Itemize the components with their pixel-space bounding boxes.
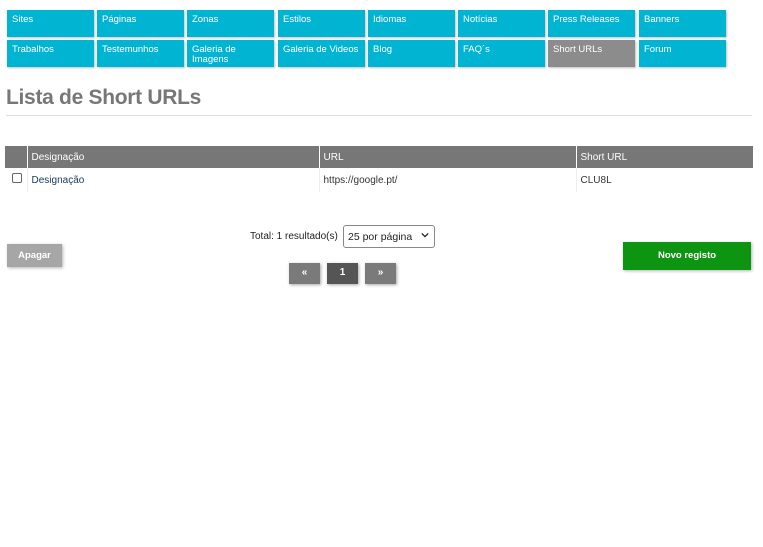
nav-noticias[interactable]: Notícias [458,10,545,37]
nav-galeria-imagens[interactable]: Galeria de Imagens [187,40,274,67]
nav-forum[interactable]: Forum [639,40,726,67]
chevron-down-icon [421,232,429,238]
title-divider [6,115,752,116]
row-select-cell [5,168,27,192]
nav-testemunhos[interactable]: Testemunhos [97,40,184,67]
per-page-select[interactable]: 25 por página [343,225,435,248]
per-page-value: 25 por página [348,231,413,243]
page-title: Lista de Short URLs [6,86,201,109]
pagination-next-button[interactable]: » [365,263,396,284]
nav-banners[interactable]: Banners [639,10,726,37]
nav-estilos[interactable]: Estilos [278,10,365,37]
table-row[interactable]: Designação https://google.pt/ CLU8L [5,168,753,192]
nav-idiomas[interactable]: Idiomas [368,10,455,37]
nav-sites[interactable]: Sites [7,10,94,37]
column-header-url[interactable]: URL [318,146,576,168]
new-record-button[interactable]: Novo registo [623,242,751,270]
nav-faqs[interactable]: FAQ´s [458,40,545,67]
total-results: Total: 1 resultado(s) [250,231,338,242]
select-column-header [5,146,27,168]
nav-press-releases[interactable]: Press Releases [548,10,635,37]
nav-short-urls[interactable]: Short URLs [548,40,635,67]
nav-paginas[interactable]: Páginas [97,10,184,37]
row-designacao[interactable]: Designação [26,168,319,192]
column-header-short-url[interactable]: Short URL [575,146,753,168]
nav-galeria-videos[interactable]: Galeria de Videos [278,40,365,67]
column-header-designacao[interactable]: Designação [26,146,319,168]
nav-blog[interactable]: Blog [368,40,455,67]
pagination-page-1[interactable]: 1 [327,263,358,284]
row-url: https://google.pt/ [318,168,576,192]
nav-zonas[interactable]: Zonas [187,10,274,37]
row-checkbox[interactable] [12,172,22,183]
row-short-url: CLU8L [575,168,753,192]
nav-trabalhos[interactable]: Trabalhos [7,40,94,67]
pagination-prev-button[interactable]: « [289,263,320,284]
delete-button[interactable]: Apagar [7,244,62,267]
short-urls-table: Designação URL Short URL Designação http… [5,146,753,192]
table-header-row: Designação URL Short URL [5,146,753,168]
